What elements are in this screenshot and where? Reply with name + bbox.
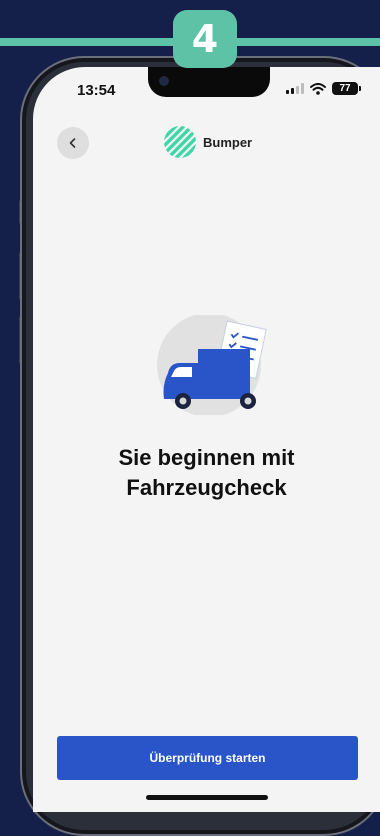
step-number-badge: 4 bbox=[173, 10, 237, 68]
brand-name: Bumper bbox=[203, 134, 253, 150]
page-title-line: Fahrzeugcheck bbox=[126, 475, 287, 500]
app-screen: 13:54 77 Bumper Sie beginnen mit Fahrzeu… bbox=[33, 67, 380, 812]
signal-icon bbox=[286, 83, 304, 94]
home-indicator bbox=[146, 795, 268, 800]
phone-notch bbox=[148, 67, 270, 97]
striped-circle-logo-icon bbox=[164, 126, 196, 158]
back-button[interactable] bbox=[57, 127, 89, 159]
brand-logo: Bumper bbox=[163, 125, 252, 159]
page-title-line: Sie beginnen mit bbox=[118, 445, 295, 470]
front-camera bbox=[159, 76, 169, 86]
chevron-left-icon bbox=[69, 138, 76, 148]
page-title: Sie beginnen mit Fahrzeugcheck bbox=[33, 443, 380, 503]
start-check-button[interactable]: Überprüfung starten bbox=[57, 736, 358, 780]
wifi-icon bbox=[310, 82, 326, 95]
delivery-van-checklist-icon bbox=[157, 315, 267, 415]
status-time: 13:54 bbox=[77, 82, 116, 99]
battery-icon: 77 bbox=[332, 82, 361, 95]
status-icons: 77 bbox=[286, 82, 361, 95]
